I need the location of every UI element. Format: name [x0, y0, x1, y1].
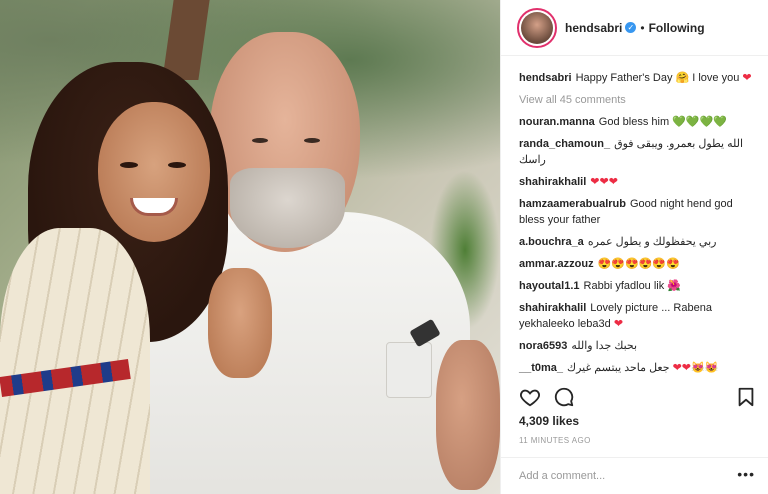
avatar-image — [521, 11, 553, 44]
caption-username[interactable]: hendsabri — [519, 72, 572, 84]
comment-emoji: 😍😍😍😍😍😍 — [597, 258, 680, 270]
post-photo[interactable] — [0, 0, 500, 494]
comment: shahirakhalil ❤❤❤ — [519, 174, 755, 190]
comment-username[interactable]: nora6593 — [519, 340, 567, 352]
comment: a.bouchra_a ربي يحفظولك و يطول عمره — [519, 234, 755, 250]
comment: __t0ma_ جعل ماحد يبتسم غيرك ❤❤😻😻 — [519, 360, 755, 376]
photo-man-eye — [304, 138, 320, 143]
comments-list: hendsabri Happy Father's Day 🤗 I love you… — [519, 70, 755, 382]
comment-emoji: ❤ — [613, 318, 624, 330]
action-bar — [519, 386, 757, 410]
photo-shirt-pocket — [386, 342, 432, 398]
comment-username[interactable]: nouran.manna — [519, 116, 595, 128]
photo-woman-eye — [168, 162, 186, 168]
header-separator: • — [640, 20, 645, 35]
caption-text: Happy Father's Day 🤗 I love you — [575, 72, 740, 84]
caption: hendsabri Happy Father's Day 🤗 I love you… — [519, 70, 755, 86]
comment: nouran.manna God bless him 💚💚💚💚 — [519, 114, 755, 130]
comment-text: ربي يحفظولك و يطول عمره — [587, 236, 717, 248]
avatar[interactable] — [517, 7, 557, 48]
photo-woman-hand — [208, 268, 272, 378]
comment: randa_chamoun_ الله يطول بعمرو. ويبقى فوق… — [519, 136, 755, 168]
comment: shahirakhalil Lovely picture ... Rabena y… — [519, 300, 755, 332]
photo-man-beard — [230, 168, 345, 248]
comment-text: جعل ماحد يبتسم غيرك — [567, 362, 670, 374]
verified-badge-icon: ✓ — [625, 22, 637, 33]
heart-outline-icon[interactable] — [519, 386, 541, 408]
post-side-panel: hendsabri ✓ • Following hendsabri Happy F… — [500, 0, 768, 494]
photo-man-arm — [436, 340, 500, 490]
comment-username[interactable]: __t0ma_ — [519, 362, 563, 374]
comment-emoji: ❤❤❤ — [590, 176, 618, 188]
comment-username[interactable]: shahirakhalil — [519, 302, 586, 314]
comment-text: God bless him — [598, 116, 670, 128]
comment-emoji: ❤❤😻😻 — [672, 362, 719, 374]
add-comment-bar: Add a comment... ••• — [501, 457, 768, 494]
heart-emoji: ❤ — [742, 72, 752, 84]
comment-text: بحبك جدا والله — [571, 340, 638, 352]
comment-username[interactable]: ammar.azzouz — [519, 258, 594, 270]
photo-woman-eye — [120, 162, 138, 168]
comment: ammar.azzouz 😍😍😍😍😍😍 — [519, 256, 755, 272]
comment: nora6593 بحبك جدا والله — [519, 338, 755, 354]
comment-emoji: 🌺 — [667, 280, 682, 292]
post-timestamp: 11 MINUTES AGO — [519, 436, 591, 445]
bookmark-icon[interactable] — [735, 386, 757, 408]
comment-text: Rabbi yfadlou lik — [583, 280, 665, 292]
comment-username[interactable]: shahirakhalil — [519, 176, 586, 188]
likes-count[interactable]: 4,309 likes — [519, 414, 579, 428]
comment-username[interactable]: a.bouchra_a — [519, 236, 584, 248]
following-button[interactable]: Following — [649, 21, 705, 35]
add-comment-input[interactable]: Add a comment... — [519, 470, 605, 482]
comment-username[interactable]: hamzaamerabualrub — [519, 198, 626, 210]
post-header: hendsabri ✓ • Following — [501, 0, 768, 56]
comment-username[interactable]: randa_chamoun_ — [519, 138, 610, 150]
photo-man-eye — [252, 138, 268, 143]
speech-bubble-icon[interactable] — [553, 386, 575, 408]
comment-username[interactable]: hayoutal1.1 — [519, 280, 580, 292]
photo-woman-face — [98, 102, 210, 242]
header-username[interactable]: hendsabri — [565, 21, 622, 35]
comment: hamzaamerabualrub Good night hend god ble… — [519, 196, 755, 228]
view-all-comments-link[interactable]: View all 45 comments — [519, 92, 755, 108]
more-options-button[interactable]: ••• — [737, 466, 755, 482]
comment: hayoutal1.1 Rabbi yfadlou lik 🌺 — [519, 278, 755, 294]
comment-emoji: 💚💚💚💚 — [672, 116, 727, 128]
